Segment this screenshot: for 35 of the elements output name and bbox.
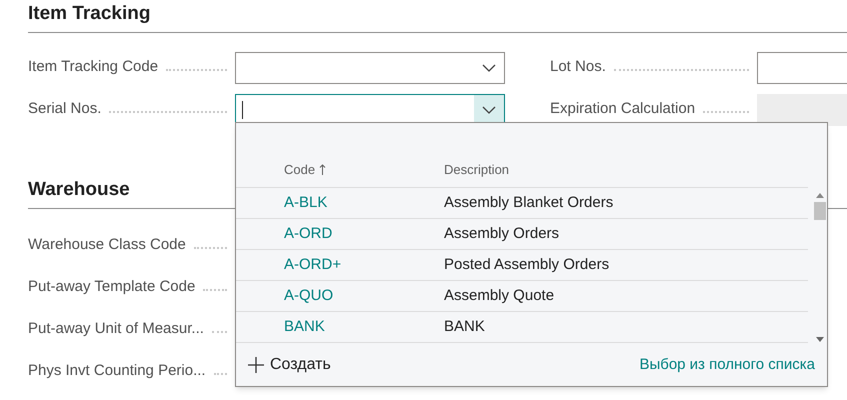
field-label: Phys Invt Counting Perio... [28,361,206,382]
description-cell-text: Posted Assembly Orders [444,254,610,275]
code-link[interactable]: A-ORD [284,222,444,246]
description-cell-text: Assembly Orders [444,224,560,244]
plus-icon [248,357,264,373]
field-label: Warehouse Class Code [28,235,186,256]
code-link[interactable]: BANK [284,316,444,338]
description-cell-text: BANK [444,316,485,337]
lookup-row[interactable]: A-ORD Assembly Orders [236,219,808,250]
lookup-row[interactable]: A-ORD+ Posted Assembly Orders [236,250,808,281]
scrollbar-thumb[interactable] [814,202,826,220]
field-label: Put-away Unit of Measur... [28,319,204,340]
lookup-row[interactable]: A-QUO Assembly Quote [236,281,808,312]
scroll-up-icon[interactable] [816,193,824,198]
chevron-down-icon[interactable] [474,94,504,124]
field-label: Lot Nos. [550,57,606,78]
text-cursor [242,100,243,118]
arrow-up-icon [319,164,326,175]
scroll-down-icon[interactable] [816,337,824,342]
column-header[interactable]: Code [284,160,444,179]
dropdown-field[interactable] [235,52,505,84]
input-field[interactable] [757,52,847,84]
lookup-row[interactable]: BANK BANK [236,312,808,343]
code-link[interactable]: A-ORD+ [284,254,444,276]
full-list-link[interactable]: Выбор из полного списка [639,354,815,376]
column-header[interactable]: Description [444,160,510,179]
lookup-row[interactable]: A-BLK Assembly Blanket Orders [236,188,808,219]
field-label: Serial Nos. [28,99,102,120]
field-label: Item Tracking Code [28,57,158,78]
section-title: Item Tracking [28,0,847,32]
field-label: Put-away Template Code [28,277,196,298]
code-link[interactable]: A-QUO [284,284,444,308]
field-label: Expiration Calculation [550,99,696,120]
new-button[interactable]: Создать [248,353,331,377]
description-cell-text: Assembly Quote [444,286,554,306]
